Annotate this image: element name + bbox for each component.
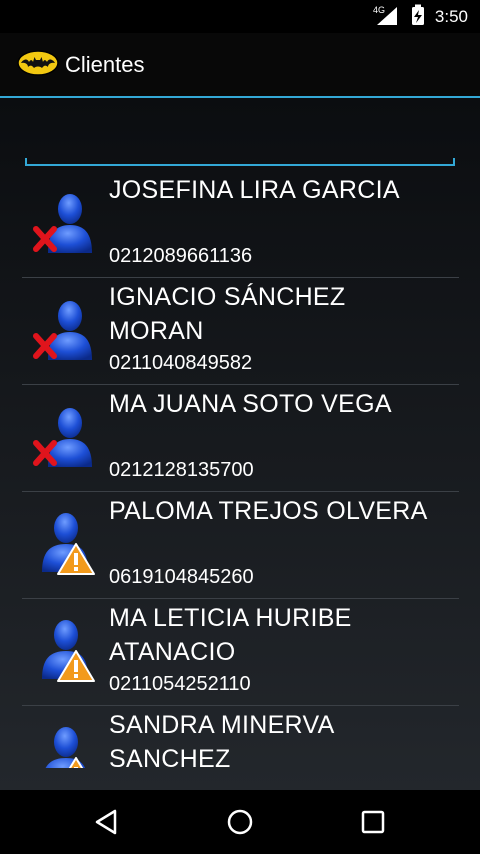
client-list-item[interactable]: MA JUANA SOTO VEGA 0212128135700 [22,385,459,492]
client-name: PALOMA TREJOS OLVERA [109,497,428,525]
client-phone: 0211054252110 [109,673,251,695]
status-time: 3:50 [434,6,468,26]
svg-text:4G: 4G [373,5,385,15]
client-avatar-warning-icon [30,722,102,768]
client-list-item[interactable]: MA LETICIA HURIBE ATANACIO 0211054252110 [22,599,459,706]
client-avatar-warning-icon [30,615,102,687]
client-list-item[interactable]: JOSEFINA LIRA GARCIA 0212089661136 [22,171,459,278]
search-input[interactable] [25,138,459,166]
back-icon[interactable] [93,808,121,836]
client-list-item[interactable]: PALOMA TREJOS OLVERA 0619104845260 [22,492,459,599]
client-phone: 0212128135700 [109,459,254,481]
client-phone: 0211040849582 [109,352,253,374]
page-title: Clientes [65,51,145,77]
client-phone: 0619104845260 [109,566,254,588]
client-list-item[interactable]: SANDRA MINERVA SANCHEZ [22,706,459,768]
client-name: SANDRA MINERVA SANCHEZ [109,711,334,768]
client-name: JOSEFINA LIRA GARCIA [109,176,400,204]
client-name: IGNACIO SÁNCHEZ MORAN [109,283,346,345]
client-phone: 0212089661136 [109,245,253,267]
recents-icon[interactable] [359,808,387,836]
home-icon[interactable] [226,808,254,836]
client-avatar-warning-icon [30,508,102,580]
search-field[interactable] [25,138,459,166]
battery-charging-icon [411,4,425,30]
client-avatar-error-icon [30,187,102,259]
client-avatar-error-icon [30,294,102,366]
client-name: MA LETICIA HURIBE ATANACIO [109,604,352,666]
action-bar: Clientes [0,33,480,96]
client-list-item[interactable]: IGNACIO SÁNCHEZ MORAN 0211040849582 [22,278,459,385]
status-icons: 4G [373,4,425,30]
content-area: JOSEFINA LIRA GARCIA 0212089661136 IGNAC… [0,98,480,790]
client-avatar-error-icon [30,401,102,473]
status-bar: 4G 3:50 [0,0,480,33]
batman-logo-icon[interactable] [17,49,59,80]
client-list[interactable]: JOSEFINA LIRA GARCIA 0212089661136 IGNAC… [22,171,459,768]
navigation-bar [0,790,480,854]
signal-4g-icon: 4G [373,4,399,30]
client-name: MA JUANA SOTO VEGA [109,390,392,418]
